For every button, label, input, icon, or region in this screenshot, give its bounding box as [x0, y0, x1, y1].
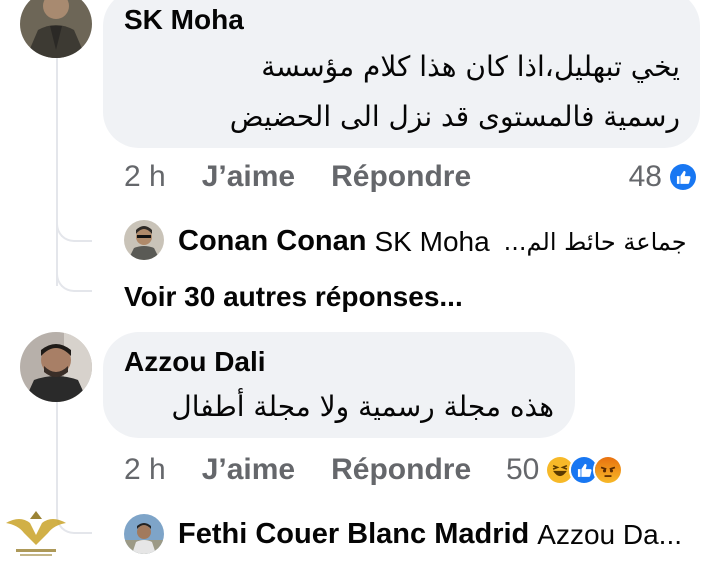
reply-preview[interactable]: Conan Conan SK Moha جماعة حائط الم...	[178, 225, 687, 258]
comment-author[interactable]: Azzou Dali	[124, 346, 266, 378]
comment-timestamp[interactable]: 2 h	[124, 453, 166, 487]
thread-line-2	[56, 402, 58, 512]
angry-icon	[593, 455, 624, 485]
reply-mention: Azzou Da...	[537, 518, 682, 550]
see-more-replies-link[interactable]: Voir 30 autres réponses...	[124, 281, 463, 313]
reply-preview[interactable]: Fethi Couer Blanc Madrid Azzou Da...	[178, 518, 682, 551]
reply-author[interactable]: Fethi Couer Blanc Madrid	[178, 518, 529, 551]
reaction-count: 50	[506, 453, 540, 486]
avatar[interactable]	[124, 514, 164, 554]
avatar[interactable]	[20, 0, 92, 58]
comment-author[interactable]: SK Moha	[124, 4, 244, 36]
reply-button[interactable]: Répondre	[331, 160, 471, 194]
comment-timestamp[interactable]: 2 h	[124, 160, 166, 194]
comment-text-line-2: رسمية فالمستوى قد نزل الى الحضيض	[229, 100, 680, 133]
reply-text: جماعة حائط الم...	[503, 227, 687, 256]
reaction-summary[interactable]: 48	[629, 160, 698, 194]
comment-actions: 2 h J’aime Répondre	[124, 160, 471, 194]
thread-connector-1a	[56, 208, 92, 242]
thread-line-1	[56, 58, 58, 286]
like-button[interactable]: J’aime	[202, 453, 295, 487]
like-icon	[668, 162, 698, 192]
reply-button[interactable]: Répondre	[331, 453, 471, 487]
watermark-logo	[0, 505, 72, 561]
thread-connector-1b	[56, 262, 92, 292]
reaction-count: 48	[628, 160, 662, 193]
comment-text-line-1: يخي تبهليل،اذا كان هذا كلام مؤسسة	[261, 50, 680, 83]
like-button[interactable]: J’aime	[202, 160, 295, 194]
avatar[interactable]	[20, 332, 92, 402]
reply-mention: SK Moha	[374, 225, 490, 257]
comment-actions: 2 h J’aime Répondre	[124, 453, 471, 487]
comment-text-line-1: هذه مجلة رسمية ولا مجلة أطفال	[171, 390, 554, 423]
avatar[interactable]	[124, 220, 164, 260]
reaction-summary[interactable]: 50	[506, 453, 624, 487]
reply-author[interactable]: Conan Conan	[178, 225, 367, 258]
